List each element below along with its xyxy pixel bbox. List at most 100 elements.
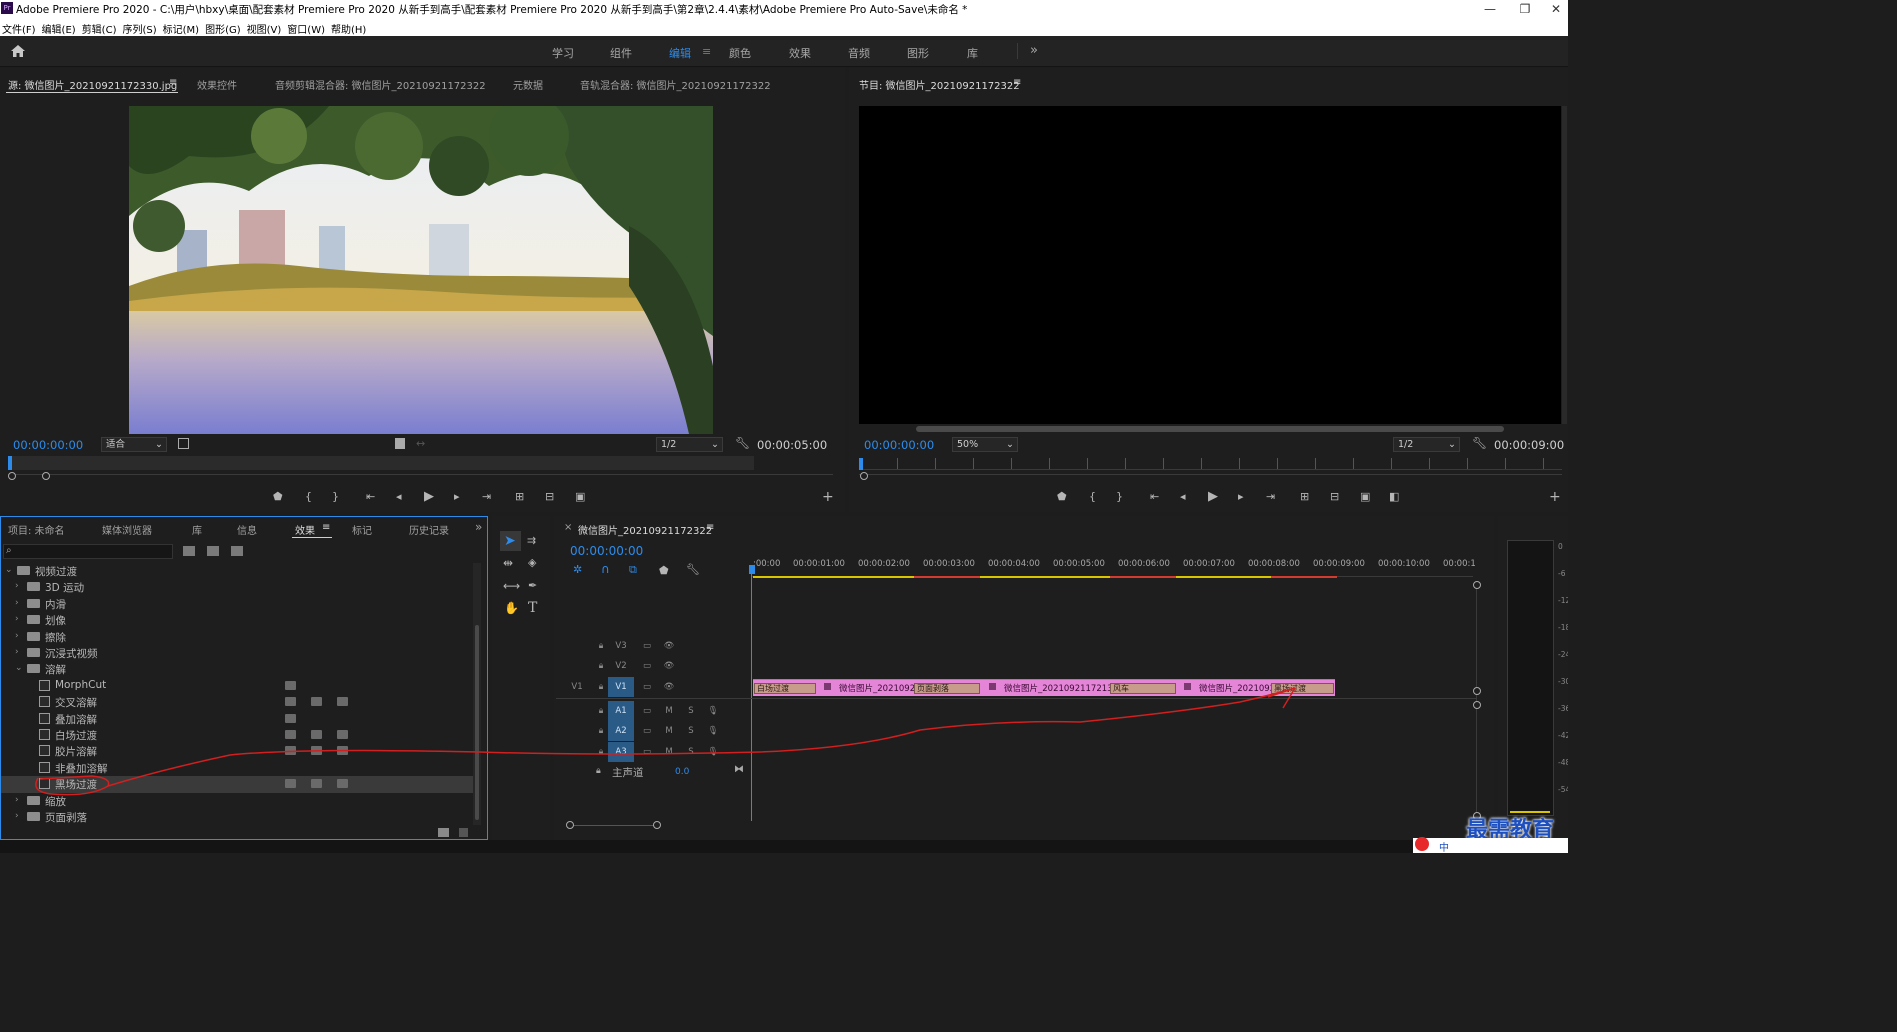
track-target-v1[interactable]: V1 xyxy=(608,677,634,697)
workspace-learn[interactable]: 学习 xyxy=(552,45,574,61)
linked-selection-icon[interactable]: ⧉ xyxy=(629,563,637,577)
master-lock-icon[interactable]: 🔒︎ xyxy=(596,766,601,776)
hand-tool-icon[interactable]: ✋ xyxy=(504,601,519,615)
tab-program[interactable]: 节目: 微信图片_20210921172322 xyxy=(859,77,1020,92)
workspace-audio[interactable]: 音频 xyxy=(848,45,870,61)
go-to-in-icon[interactable]: ⇤ xyxy=(366,490,375,503)
chevron-right-icon[interactable]: › xyxy=(15,647,19,657)
menu-markers[interactable]: 标记(M) xyxy=(163,18,205,36)
mark-out-icon[interactable]: } xyxy=(332,490,339,503)
menu-window[interactable]: 窗口(W) xyxy=(287,18,331,36)
menu-view[interactable]: 视图(V) xyxy=(247,18,288,36)
effects-folder-row[interactable]: ⌄ 溶解 xyxy=(1,661,473,677)
chevron-right-icon[interactable]: › xyxy=(15,598,19,608)
chevron-right-icon[interactable]: › xyxy=(15,795,19,805)
program-zoom-bar[interactable] xyxy=(859,474,1562,475)
minimize-button[interactable]: — xyxy=(1470,0,1510,18)
add-marker-icon[interactable]: ⬟ xyxy=(659,564,669,577)
tab-effect-controls[interactable]: 效果控件 xyxy=(197,77,237,92)
scroll-handle[interactable] xyxy=(1473,687,1481,695)
add-marker-icon[interactable]: ⬟ xyxy=(1057,490,1067,503)
menu-edit[interactable]: 编辑(E) xyxy=(42,18,82,36)
program-panel-menu-icon[interactable]: ≡ xyxy=(1013,77,1021,88)
effect-item-row[interactable]: 白场过渡 xyxy=(1,727,473,743)
microphone-icon[interactable]: 🎙︎ xyxy=(700,701,726,721)
ime-language[interactable]: 中 xyxy=(1439,839,1449,853)
chevron-down-icon[interactable]: ⌄ xyxy=(15,663,23,673)
effect-item-row[interactable]: 非叠加溶解 xyxy=(1,760,473,776)
source-timecode[interactable]: 00:00:00:00 xyxy=(13,438,83,452)
program-zoom-dropdown[interactable]: 50% ⌄ xyxy=(952,437,1018,452)
tab-history[interactable]: 历史记录 xyxy=(409,522,449,537)
step-forward-icon[interactable]: ▸ xyxy=(1238,490,1244,503)
tab-audio-clip-mixer[interactable]: 音频剪辑混合器: 微信图片_20210921172322 xyxy=(275,77,486,92)
workspace-assembly[interactable]: 组件 xyxy=(610,45,632,61)
master-volume-value[interactable]: 0.0 xyxy=(675,767,689,777)
eye-icon[interactable]: 👁︎ xyxy=(656,636,682,656)
zoom-handle-left[interactable] xyxy=(566,821,574,829)
workspace-effects[interactable]: 效果 xyxy=(789,45,811,61)
ime-logo-icon[interactable] xyxy=(1415,837,1429,851)
source-add-button-icon[interactable]: + xyxy=(822,489,834,505)
effect-item-row[interactable]: MorphCut xyxy=(1,678,473,694)
workspace-overflow-button[interactable]: » xyxy=(1030,43,1038,58)
play-icon[interactable]: ▶ xyxy=(1208,489,1218,504)
wrench-icon[interactable]: 🔧︎ xyxy=(735,436,750,450)
insert-icon[interactable]: ⊞ xyxy=(515,490,524,503)
effects-folder-row[interactable]: › 划像 xyxy=(1,612,473,628)
drag-video-icon[interactable]: ↔ xyxy=(416,437,425,450)
effect-item-row[interactable]: 黑场过渡 xyxy=(1,776,473,793)
tab-effects[interactable]: 效果 xyxy=(295,522,315,537)
effects-folder-row[interactable]: › 内滑 xyxy=(1,596,473,612)
menu-clip[interactable]: 剪辑(C) xyxy=(82,18,123,36)
step-forward-icon[interactable]: ▸ xyxy=(454,490,460,503)
accelerated-effects-icon[interactable] xyxy=(183,546,195,556)
track-target-v3[interactable]: V3 xyxy=(608,636,634,656)
program-timecode[interactable]: 00:00:00:00 xyxy=(864,438,934,452)
track-target-a2[interactable]: A2 xyxy=(608,721,634,741)
pen-tool-icon[interactable]: ✒ xyxy=(528,579,537,592)
trash-icon[interactable] xyxy=(459,828,468,837)
workspace-editing[interactable]: 编辑 xyxy=(669,45,691,61)
slip-tool-icon[interactable]: ⟷ xyxy=(503,579,520,593)
tab-media-browser[interactable]: 媒体浏览器 xyxy=(102,522,152,537)
menu-sequence[interactable]: 序列(S) xyxy=(122,18,162,36)
effects-folder-row[interactable]: › 3D 运动 xyxy=(1,579,473,595)
safe-margins-icon[interactable] xyxy=(395,438,405,449)
effects-search-input[interactable]: ⌕ xyxy=(3,544,173,559)
tab-info[interactable]: 信息 xyxy=(237,522,257,537)
razor-tool-icon[interactable]: ◈ xyxy=(528,556,536,569)
menu-help[interactable]: 帮助(H) xyxy=(331,18,372,36)
home-icon[interactable] xyxy=(10,44,26,58)
go-to-out-icon[interactable]: ⇥ xyxy=(482,490,491,503)
timeline-settings-wrench-icon[interactable]: 🔧︎ xyxy=(686,563,700,576)
source-zoom-handle-left[interactable] xyxy=(8,472,16,480)
tab-sequence[interactable]: 微信图片_20210921172322 xyxy=(578,522,712,537)
timeline-playhead-handle[interactable] xyxy=(749,565,755,574)
source-playhead[interactable] xyxy=(8,456,12,470)
tab-markers[interactable]: 标记 xyxy=(352,522,372,537)
source-panel-menu-icon[interactable]: ≡ xyxy=(169,77,177,88)
lift-icon[interactable]: ⊞ xyxy=(1300,490,1309,503)
nest-toggle-icon[interactable]: ✲ xyxy=(573,563,582,576)
tab-source[interactable]: 源: 微信图片_20210921172330.jpg xyxy=(8,77,177,92)
close-window-button[interactable]: ✕ xyxy=(1536,0,1568,18)
mark-in-icon[interactable]: { xyxy=(305,490,312,503)
source-zoom-handle-right[interactable] xyxy=(42,472,50,480)
effects-folder-row[interactable]: › 页面剥落 xyxy=(1,809,473,825)
tabs-overflow-button[interactable]: » xyxy=(475,520,482,534)
go-to-in-icon[interactable]: ⇤ xyxy=(1150,490,1159,503)
wrench-icon[interactable]: 🔧︎ xyxy=(1472,436,1487,450)
step-back-icon[interactable]: ◂ xyxy=(1180,490,1186,503)
chevron-right-icon[interactable]: › xyxy=(15,631,19,641)
sequence-menu-icon[interactable]: ≡ xyxy=(706,522,714,533)
tab-audio-track-mixer[interactable]: 音轨混合器: 微信图片_20210921172322 xyxy=(580,77,771,92)
workspace-graphics[interactable]: 图形 xyxy=(907,45,929,61)
menu-graphics[interactable]: 图形(G) xyxy=(205,18,247,36)
program-horizontal-scrollbar[interactable] xyxy=(916,426,1504,432)
track-target-a1[interactable]: A1 xyxy=(608,701,634,721)
play-icon[interactable]: ▶ xyxy=(424,489,434,504)
program-resolution-dropdown[interactable]: 1/2 ⌄ xyxy=(1393,437,1460,452)
chevron-right-icon[interactable]: › xyxy=(15,614,19,624)
scroll-handle[interactable] xyxy=(1473,581,1481,589)
